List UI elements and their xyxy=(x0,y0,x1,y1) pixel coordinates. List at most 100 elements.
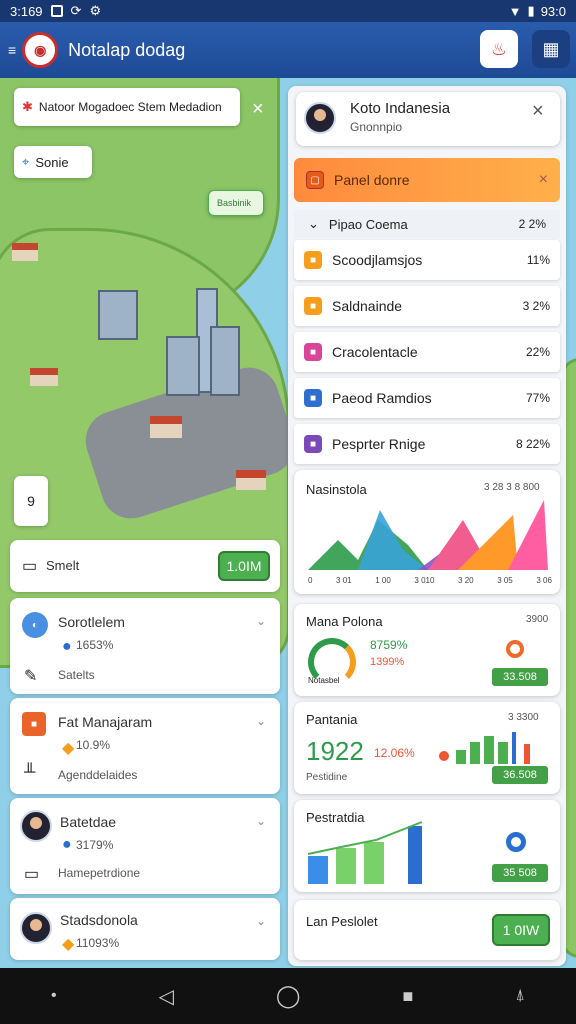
notification-bell-button[interactable]: ♨ xyxy=(480,30,518,68)
home-button[interactable]: ◯ xyxy=(276,983,301,1009)
panel-row[interactable]: ■ Pesprter Rnige 8 22% xyxy=(294,424,560,464)
list-item[interactable]: ◐ Sorotlelem ● 1653% ✎ Satelts ⌄ xyxy=(10,598,280,694)
growth-button[interactable]: 35 508 xyxy=(492,864,548,882)
panel-row[interactable]: ■ Cracolentacle 22% xyxy=(294,332,560,372)
list-item[interactable]: ■ Fat Manajaram ◆ 10.9% ╨ Agenddelaides … xyxy=(10,698,280,794)
list-item-title: Fat Manajaram xyxy=(58,714,153,730)
location-icon: ⌖ xyxy=(22,154,30,169)
list-item[interactable]: Stadsdonola ◆ 11093% ⌄ xyxy=(10,898,280,960)
status-icon xyxy=(506,640,524,658)
chart-bar xyxy=(456,750,466,764)
map-search-text: Sonie xyxy=(35,154,69,170)
banner-label: Panel donre xyxy=(334,172,410,188)
row-pct: 11% xyxy=(526,253,550,267)
chart-bar xyxy=(336,848,356,884)
profile-button[interactable]: ▦ xyxy=(532,30,570,68)
sync-icon: ⟳ xyxy=(70,3,82,18)
axis-tick-label: 0 xyxy=(308,576,313,585)
message-icon: ▭ xyxy=(24,866,40,883)
list-item[interactable]: Batetdae ● 3179% ▭ Hamepetrdione ⌄ xyxy=(10,798,280,894)
panel-row[interactable]: ■ Paeod Ramdios 77% xyxy=(294,378,560,418)
card-title: Pantania xyxy=(306,712,358,727)
axis-tick-label: 1 00 xyxy=(375,576,391,585)
place-label-chip[interactable]: Basbinik xyxy=(208,190,264,216)
chart-bar xyxy=(524,744,530,764)
chevron-down-icon[interactable]: ⌄ xyxy=(256,814,266,828)
axis-tick-label: 3 06 xyxy=(536,576,552,585)
chart-bar xyxy=(498,742,508,764)
big-sub: Pestidine xyxy=(306,772,348,783)
row-icon: ■ xyxy=(304,297,322,315)
gauge-label: Notasbel xyxy=(308,676,340,685)
search-icon: ▭ xyxy=(22,558,38,575)
chart-bar xyxy=(470,742,480,764)
panel-banner[interactable]: ▢ Panel donre × xyxy=(294,158,560,202)
axis-tick-label: 3 20 xyxy=(458,576,474,585)
chart-icon: ╨ xyxy=(24,764,36,781)
close-icon[interactable]: × xyxy=(252,98,264,121)
chart-bar xyxy=(408,826,422,884)
list-item-pct: 10.9% xyxy=(76,738,111,752)
list-item-title: Batetdae xyxy=(60,814,117,830)
section-header[interactable]: ⌄ Pipao Coema 2 2% xyxy=(294,210,560,238)
row-label: Scoodjlamsjos xyxy=(332,252,423,268)
gauge-card: Mana Polona 3900 Notasbel 8759% 1399% 33… xyxy=(294,604,560,696)
settings-icon: ⚙ xyxy=(89,3,102,18)
house xyxy=(12,243,38,261)
chart-bar xyxy=(512,732,516,764)
house xyxy=(150,416,182,438)
big-number: 1922 xyxy=(306,736,364,766)
gauge-button[interactable]: 33.508 xyxy=(492,668,548,686)
big-pct: 12.06% xyxy=(374,746,415,760)
flag-icon: ✱ xyxy=(22,99,33,114)
value-button[interactable]: 36.508 xyxy=(492,766,548,784)
summary-button[interactable]: 1 0IW xyxy=(492,914,550,946)
panel-subtitle: Gnonnpio xyxy=(350,120,403,134)
status-battery: 93:0 xyxy=(540,3,566,19)
list-item-sub: Satelts xyxy=(58,668,95,682)
avatar xyxy=(20,810,52,842)
list-item-pct: 11093% xyxy=(76,936,120,950)
search-button[interactable]: 1.0IM xyxy=(218,551,270,581)
place-label-text: Basbinik xyxy=(217,198,252,208)
growth-card: Pestratdia 35 508 xyxy=(294,800,560,892)
panel-header: Koto Indanesia Gnonnpio × xyxy=(296,92,560,146)
axis-tick-label: 3 05 xyxy=(497,576,513,585)
axis-tick-label: 3 01 xyxy=(336,576,352,585)
chevron-down-icon[interactable]: ⌄ xyxy=(256,614,266,628)
value-card: Pantania 3 3300 1922 12.06% Pestidine 36… xyxy=(294,702,560,794)
panel-row[interactable]: ■ Saldnainde 3 2% xyxy=(294,286,560,326)
map-info-chip[interactable]: ✱ Natoor Mogadoec Stem Medadion xyxy=(14,88,240,126)
area-chart-card: Nasinstola 3 28 3 8 800 0 3 01 1 00 3 010 3 … xyxy=(294,470,560,594)
map-search-chip[interactable]: ⌖ Sonie xyxy=(14,146,92,178)
zoom-control[interactable]: 9 xyxy=(14,476,48,526)
menu-icon[interactable]: ≡ xyxy=(8,42,16,58)
battery-icon: ▮ xyxy=(527,3,535,18)
growth-chart xyxy=(307,821,423,884)
list-item-sub: Hamepetrdione xyxy=(58,866,141,880)
chevron-down-icon[interactable]: ⌄ xyxy=(256,914,266,928)
close-icon[interactable]: × xyxy=(532,100,544,123)
close-icon[interactable]: × xyxy=(539,171,548,189)
panel-row[interactable]: ■ Scoodjlamsjos 11% xyxy=(294,240,560,280)
row-pct: 77% xyxy=(525,391,550,405)
area-chart xyxy=(308,500,548,570)
left-search-card: ▭ Smelt 1.0IM xyxy=(10,540,280,592)
accessibility-icon[interactable]: ⍋ xyxy=(515,987,525,1005)
app-logo: ◉ xyxy=(22,32,59,68)
back-button[interactable]: ◁ xyxy=(159,984,174,1009)
house xyxy=(236,470,266,490)
building xyxy=(98,290,138,340)
row-label: Saldnainde xyxy=(332,298,403,314)
row-pct: 8 22% xyxy=(515,437,550,451)
search-label: Smelt xyxy=(46,558,80,573)
row-icon: ■ xyxy=(304,435,322,453)
list-item-pct: 3179% xyxy=(76,838,114,852)
user-icon: ◐ xyxy=(22,612,48,638)
chevron-down-icon[interactable]: ⌄ xyxy=(256,714,266,728)
row-pct: 22% xyxy=(525,345,550,359)
chart-bar xyxy=(484,736,494,764)
row-icon: ■ xyxy=(304,343,322,361)
chart-dot xyxy=(439,751,449,761)
recents-button[interactable]: ■ xyxy=(403,986,414,1007)
